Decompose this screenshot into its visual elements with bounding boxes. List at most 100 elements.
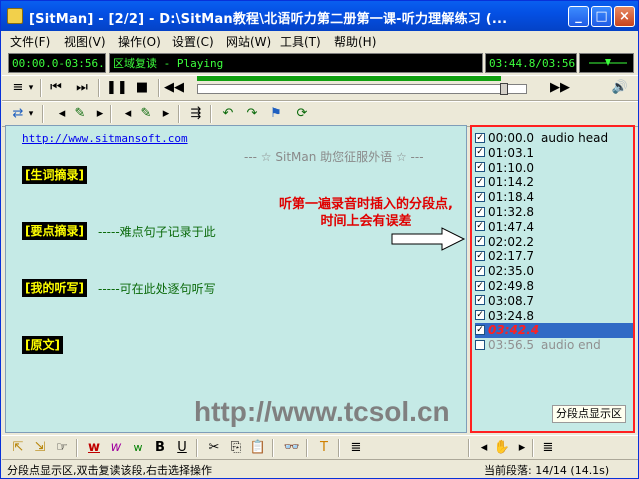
find-icon[interactable]: 👓 [282, 439, 302, 457]
purple-text-icon[interactable]: w [106, 439, 126, 457]
text-editor-pane[interactable]: http://www.sitmansoft.com --- ☆ SitMan 助… [5, 125, 467, 433]
segment-row[interactable]: ✓ 02:49.8 [475, 279, 633, 294]
list-menu-icon[interactable]: ≣ [346, 439, 366, 457]
seek-thumb[interactable] [500, 83, 509, 95]
segment-row[interactable]: ✓ 01:14.2 [475, 175, 633, 190]
segment-start-icon[interactable]: ✎ [70, 105, 90, 123]
green-text-icon[interactable]: w [128, 439, 148, 457]
segment-row[interactable]: ✓ 03:24.8 [475, 309, 633, 324]
seek-slider[interactable] [197, 83, 527, 95]
segment-checkbox[interactable]: ✓ [475, 280, 485, 291]
segment-checkbox[interactable]: ✓ [475, 265, 485, 276]
maximize-button[interactable]: □ [591, 6, 612, 27]
segment-label: audio end [541, 338, 601, 353]
insert-tag-icon[interactable]: ⇱ [8, 439, 28, 457]
segment-row[interactable]: ✓ 01:47.4 [475, 220, 633, 235]
underline-icon[interactable]: U [172, 439, 192, 457]
rewind-icon[interactable]: ◀◀ [164, 79, 184, 97]
stop-icon[interactable]: ■ [132, 79, 152, 97]
segment-start-forward-icon[interactable]: ▸ [90, 105, 110, 123]
segment-time: 02:35.0 [488, 264, 535, 279]
segment-checkbox[interactable]: ✓ [475, 310, 485, 321]
segment-row[interactable]: 03:56.5 audio end [475, 338, 633, 353]
separator [196, 439, 198, 457]
title-bar[interactable]: [SitMan] - [2/2] - D:\SitMan教程\北语听力第二册第一… [1, 1, 638, 31]
menu-view[interactable]: 视图(V) [64, 33, 106, 50]
segment-row[interactable]: ✓ 02:02.2 [475, 235, 633, 250]
speaker-icon[interactable]: 🔊 [610, 79, 630, 97]
segment-checkbox[interactable]: ✓ [475, 295, 485, 306]
segment-row[interactable]: ✓ 03:42.4 [475, 323, 633, 339]
align-icon[interactable]: ⇶ [186, 105, 206, 123]
insert-tag-2-icon[interactable]: ⇲ [30, 439, 50, 457]
font-color-icon[interactable]: T [314, 439, 334, 457]
menu-website[interactable]: 网站(W) [226, 33, 271, 50]
segment-row[interactable]: ✓ 02:17.7 [475, 249, 633, 264]
playback-toolbar: ≡ ▾ ⏮ ⏭ ❚❚ ■ ◀◀ ▶▶ 🔊 [2, 75, 638, 101]
annotation-callout: 听第一遍录音时插入的分段点, 时间上会有误差 [256, 196, 466, 230]
segment-checkbox[interactable]: ✓ [475, 250, 485, 261]
fast-forward-icon[interactable]: ▶▶ [550, 79, 570, 97]
redo-segment-icon[interactable]: ↷ [242, 105, 262, 123]
segment-row[interactable]: ✓ 01:32.8 [475, 205, 633, 220]
bold-icon[interactable]: B [150, 439, 170, 457]
minimize-button[interactable]: _ [568, 6, 589, 27]
volume-indicator [579, 53, 634, 73]
segment-row[interactable]: ✓ 01:03.1 [475, 146, 633, 161]
segment-checkbox[interactable] [475, 339, 485, 350]
segment-end-icon[interactable]: ✎ [136, 105, 156, 123]
segment-menu-icon[interactable]: ≣ [538, 439, 558, 457]
segment-checkbox[interactable]: ✓ [475, 147, 485, 158]
red-text-icon[interactable]: w [84, 439, 104, 457]
pause-icon[interactable]: ❚❚ [106, 79, 128, 97]
next-segment-icon[interactable]: ▸ [512, 439, 532, 457]
segment-time: 03:24.8 [488, 308, 535, 323]
dropdown-arrow-icon[interactable]: ▾ [26, 105, 36, 123]
segment-checkbox[interactable]: ✓ [475, 191, 485, 202]
separator [210, 105, 212, 123]
lcd-mode: 区域复读 - Playing [109, 53, 483, 73]
copy-icon[interactable]: ⎘ [226, 439, 246, 457]
segment-checkbox[interactable]: ✓ [475, 176, 485, 187]
segment-checkbox[interactable]: ✓ [475, 206, 485, 217]
segment-checkbox[interactable]: ✓ [475, 132, 485, 143]
close-button[interactable]: × [614, 6, 635, 27]
pointer-icon[interactable]: ☞ [52, 439, 72, 457]
website-link[interactable]: http://www.sitmansoft.com [22, 132, 188, 145]
menu-settings[interactable]: 设置(C) [172, 33, 214, 50]
segment-row[interactable]: ✓ 01:18.4 [475, 190, 633, 205]
segment-time: 02:49.8 [488, 279, 535, 293]
app-icon[interactable] [7, 8, 23, 24]
segment-end-forward-icon[interactable]: ▸ [156, 105, 176, 123]
separator [42, 105, 44, 123]
dropdown-arrow-icon[interactable]: ▾ [26, 79, 36, 97]
menu-file[interactable]: 文件(F) [10, 33, 50, 50]
flag-icon[interactable]: ⚑ [266, 105, 286, 123]
segment-row[interactable]: ✓ 03:08.7 [475, 294, 633, 309]
hand-icon[interactable]: ✋ [492, 439, 512, 457]
segment-display-button[interactable]: 分段点显示区 [552, 405, 626, 423]
segment-checkbox[interactable]: ✓ [475, 221, 485, 232]
segment-start-back-icon[interactable]: ◂ [52, 105, 72, 123]
segment-checkbox[interactable]: ✓ [475, 236, 485, 247]
repeat-icon[interactable]: ⇄ [8, 105, 28, 123]
menu-help[interactable]: 帮助(H) [334, 33, 376, 50]
menu-tools[interactable]: 工具(T) [280, 33, 321, 50]
separator [338, 439, 340, 457]
segment-row[interactable]: ✓ 00:00.0 audio head [475, 131, 633, 146]
segment-row[interactable]: ✓ 02:35.0 [475, 264, 633, 279]
segment-checkbox[interactable]: ✓ [475, 162, 485, 173]
segment-list[interactable]: ✓ 00:00.0 audio head ✓ 01:03.1 ✓ 01:10.0 ✓ 01:14… [470, 125, 635, 433]
next-track-icon[interactable]: ⏭ [72, 79, 92, 97]
previous-track-icon[interactable]: ⏮ [46, 79, 66, 97]
segment-row[interactable]: ✓ 01:10.0 [475, 161, 633, 176]
menu-operation[interactable]: 操作(O) [118, 33, 161, 50]
undo-segment-icon[interactable]: ↶ [218, 105, 238, 123]
paste-icon[interactable]: 📋 [248, 439, 268, 457]
segment-checkbox[interactable]: ✓ [475, 324, 485, 335]
segment-end-back-icon[interactable]: ◂ [118, 105, 138, 123]
view-menu-icon[interactable]: ≡ [8, 79, 28, 97]
prev-segment-icon[interactable]: ◂ [474, 439, 494, 457]
refresh-icon[interactable]: ⟳ [292, 105, 312, 123]
cut-icon[interactable]: ✂ [204, 439, 224, 457]
